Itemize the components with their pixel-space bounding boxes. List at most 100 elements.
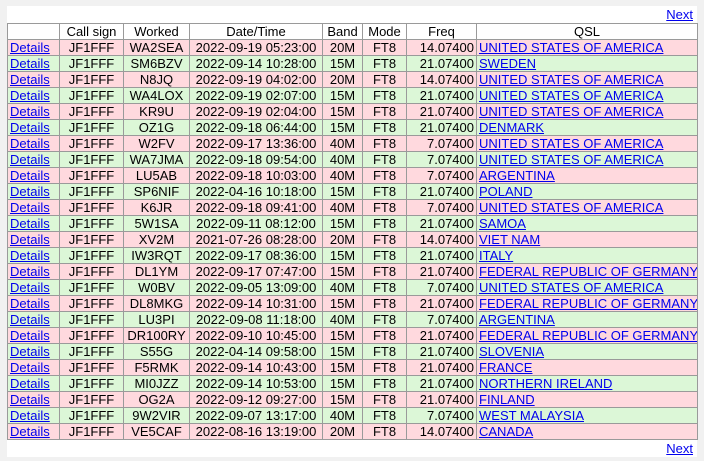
band-cell: 15M (322, 375, 363, 392)
qsl-country-link[interactable]: WEST MALAYSIA (479, 409, 584, 423)
details-link[interactable]: Details (10, 425, 50, 439)
details-link-cell: Details (7, 183, 60, 200)
band-cell: 40M (322, 407, 363, 424)
worked-cell: WA7JMA (123, 151, 190, 168)
qsl-country-link[interactable]: SLOVENIA (479, 345, 544, 359)
qsl-country-link-cell: DENMARK (476, 119, 698, 136)
details-link[interactable]: Details (10, 281, 50, 295)
qsl-country-link[interactable]: ARGENTINA (479, 313, 555, 327)
details-link-cell: Details (7, 103, 60, 120)
band-cell: 15M (322, 55, 363, 72)
table-row: Details JF1FFF WA4LOX 2022-09-19 02:07:00 15… (7, 87, 698, 104)
qsl-country-link[interactable]: DENMARK (479, 121, 544, 135)
worked-cell: W2FV (123, 135, 190, 152)
worked-cell: 9W2VIR (123, 407, 190, 424)
col-header-datetime: Date/Time (189, 23, 323, 40)
freq-cell: 7.07400 (406, 199, 477, 216)
qsl-country-link[interactable]: POLAND (479, 185, 532, 199)
qsl-country-link-cell: UNITED STATES OF AMERICA (476, 87, 698, 104)
qsl-country-link[interactable]: CANADA (479, 425, 533, 439)
details-link[interactable]: Details (10, 329, 50, 343)
details-link[interactable]: Details (10, 233, 50, 247)
details-link[interactable]: Details (10, 393, 50, 407)
freq-cell: 21.07400 (406, 87, 477, 104)
qsl-country-link[interactable]: FEDERAL REPUBLIC OF GERMANY (479, 265, 697, 279)
details-link[interactable]: Details (10, 185, 50, 199)
worked-cell: LU3PI (123, 311, 190, 328)
qsl-country-link[interactable]: UNITED STATES OF AMERICA (479, 201, 663, 215)
qsl-country-link[interactable]: ITALY (479, 249, 513, 263)
qsl-country-link[interactable]: FINLAND (479, 393, 535, 407)
call-sign-cell: JF1FFF (59, 119, 124, 136)
details-link[interactable]: Details (10, 105, 50, 119)
table-row: Details JF1FFF SM6BZV 2022-09-14 10:28:00 15… (7, 55, 698, 72)
mode-cell: FT8 (362, 199, 407, 216)
call-sign-cell: JF1FFF (59, 55, 124, 72)
qsl-country-link[interactable]: SAMOA (479, 217, 526, 231)
qsl-country-link[interactable]: VIET NAM (479, 233, 540, 247)
table-row: Details JF1FFF W2FV 2022-09-17 13:36:00 40M F… (7, 135, 698, 152)
details-link[interactable]: Details (10, 345, 50, 359)
qsl-country-link[interactable]: UNITED STATES OF AMERICA (479, 41, 663, 55)
qsl-country-link[interactable]: SWEDEN (479, 57, 536, 71)
details-link[interactable]: Details (10, 217, 50, 231)
datetime-cell: 2022-09-11 08:12:00 (189, 215, 323, 232)
details-link[interactable]: Details (10, 57, 50, 71)
table-row: Details JF1FFF S55G 2022-04-14 09:58:00 15M F… (7, 343, 698, 360)
worked-cell: DL8MKG (123, 295, 190, 312)
qsl-country-link[interactable]: UNITED STATES OF AMERICA (479, 137, 663, 151)
details-link[interactable]: Details (10, 73, 50, 87)
details-link-cell: Details (7, 135, 60, 152)
call-sign-cell: JF1FFF (59, 263, 124, 280)
worked-cell: N8JQ (123, 71, 190, 88)
details-link[interactable]: Details (10, 121, 50, 135)
datetime-cell: 2021-07-26 08:28:00 (189, 231, 323, 248)
qsl-country-link[interactable]: NORTHERN IRELAND (479, 377, 612, 391)
qsl-country-link[interactable]: FEDERAL REPUBLIC OF GERMANY (479, 297, 697, 311)
call-sign-cell: JF1FFF (59, 135, 124, 152)
table-header-row: Call sign Worked Date/Time Band Mode Fre… (7, 23, 698, 40)
datetime-cell: 2022-09-14 10:31:00 (189, 295, 323, 312)
details-link[interactable]: Details (10, 169, 50, 183)
details-link[interactable]: Details (10, 265, 50, 279)
details-link[interactable]: Details (10, 89, 50, 103)
band-cell: 20M (322, 231, 363, 248)
qsl-country-link[interactable]: UNITED STATES OF AMERICA (479, 105, 663, 119)
details-link[interactable]: Details (10, 137, 50, 151)
table-row: Details JF1FFF DR100RY 2022-09-10 10:45:00 1… (7, 327, 698, 344)
worked-cell: K6JR (123, 199, 190, 216)
qsl-country-link[interactable]: UNITED STATES OF AMERICA (479, 89, 663, 103)
details-link[interactable]: Details (10, 297, 50, 311)
details-link[interactable]: Details (10, 153, 50, 167)
qsl-country-link[interactable]: ARGENTINA (479, 169, 555, 183)
details-link[interactable]: Details (10, 41, 50, 55)
qsl-country-link[interactable]: UNITED STATES OF AMERICA (479, 281, 663, 295)
freq-cell: 21.07400 (406, 215, 477, 232)
mode-cell: FT8 (362, 263, 407, 280)
datetime-cell: 2022-09-19 04:02:00 (189, 71, 323, 88)
band-cell: 15M (322, 359, 363, 376)
mode-cell: FT8 (362, 135, 407, 152)
table-row: Details JF1FFF VE5CAF 2022-08-16 13:19:00 20… (7, 423, 698, 440)
details-link[interactable]: Details (10, 313, 50, 327)
next-page-link-bottom[interactable]: Next (666, 441, 693, 456)
details-link[interactable]: Details (10, 361, 50, 375)
details-link[interactable]: Details (10, 201, 50, 215)
qsl-country-link-cell: FEDERAL REPUBLIC OF GERMANY (476, 327, 698, 344)
qsl-country-link[interactable]: UNITED STATES OF AMERICA (479, 73, 663, 87)
details-link[interactable]: Details (10, 249, 50, 263)
details-link-cell: Details (7, 375, 60, 392)
datetime-cell: 2022-09-08 11:18:00 (189, 311, 323, 328)
top-pagination: Next (7, 6, 697, 23)
details-link[interactable]: Details (10, 409, 50, 423)
qsl-country-link[interactable]: FEDERAL REPUBLIC OF GERMANY (479, 329, 697, 343)
qsl-country-link[interactable]: UNITED STATES OF AMERICA (479, 153, 663, 167)
freq-cell: 21.07400 (406, 327, 477, 344)
next-page-link-top[interactable]: Next (666, 7, 693, 22)
freq-cell: 21.07400 (406, 55, 477, 72)
qsl-country-link[interactable]: FRANCE (479, 361, 532, 375)
band-cell: 40M (322, 311, 363, 328)
worked-cell: IW3RQT (123, 247, 190, 264)
table-row: Details JF1FFF OG2A 2022-09-12 09:27:00 15M F… (7, 391, 698, 408)
details-link[interactable]: Details (10, 377, 50, 391)
